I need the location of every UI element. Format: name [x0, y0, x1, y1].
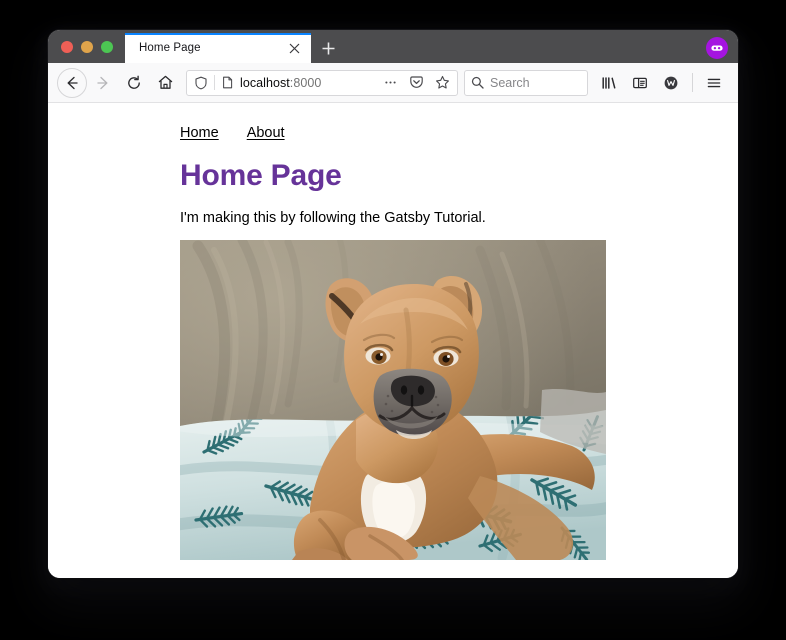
forward-button[interactable]	[88, 68, 118, 98]
close-icon[interactable]	[285, 39, 303, 57]
home-button[interactable]	[150, 68, 180, 98]
close-window-button[interactable]	[61, 41, 73, 53]
toolbar-divider	[692, 73, 693, 92]
page-viewport: Home About Home Page I'm making this by …	[48, 103, 738, 578]
pocket-icon[interactable]	[406, 73, 426, 93]
menu-icon[interactable]	[699, 68, 729, 98]
new-tab-button[interactable]	[313, 33, 343, 63]
address-bar-divider	[214, 75, 215, 90]
desktop-backdrop: Home Page	[0, 0, 786, 640]
navigation-toolbar: localhost:8000	[48, 63, 738, 103]
shield-icon[interactable]	[194, 76, 208, 90]
tab-strip: Home Page	[48, 30, 738, 63]
tab-home-page[interactable]: Home Page	[125, 33, 311, 63]
page-title: Home Page	[180, 159, 738, 193]
search-input[interactable]: Search	[490, 76, 530, 90]
window-controls	[48, 30, 125, 63]
address-bar[interactable]: localhost:8000	[186, 70, 458, 96]
url-port: :8000	[290, 76, 322, 90]
dog-photo	[180, 240, 606, 560]
url-host: localhost	[240, 76, 290, 90]
browser-window: Home Page	[48, 30, 738, 578]
page-paragraph: I'm making this by following the Gatsby …	[180, 210, 738, 226]
tab-title: Home Page	[139, 42, 285, 54]
search-bar[interactable]: Search	[464, 70, 588, 96]
page-icon[interactable]	[221, 76, 234, 89]
sidebar-icon[interactable]	[625, 68, 655, 98]
address-bar-text[interactable]: localhost:8000	[240, 76, 374, 90]
reload-button[interactable]	[119, 68, 149, 98]
page-actions-icon[interactable]	[380, 73, 400, 93]
search-icon	[471, 76, 484, 89]
minimize-window-button[interactable]	[81, 41, 93, 53]
account-avatar-icon[interactable]	[656, 68, 686, 98]
toolbar-right-group	[594, 68, 729, 98]
zoom-window-button[interactable]	[101, 41, 113, 53]
library-icon[interactable]	[594, 68, 624, 98]
nav-link-about[interactable]: About	[247, 125, 285, 141]
nav-link-home[interactable]: Home	[180, 125, 219, 141]
page-content: Home About Home Page I'm making this by …	[48, 103, 738, 560]
extension-badge-icon[interactable]	[706, 37, 728, 59]
site-navigation: Home About	[180, 125, 738, 141]
bookmark-star-icon[interactable]	[432, 73, 452, 93]
back-button[interactable]	[57, 68, 87, 98]
